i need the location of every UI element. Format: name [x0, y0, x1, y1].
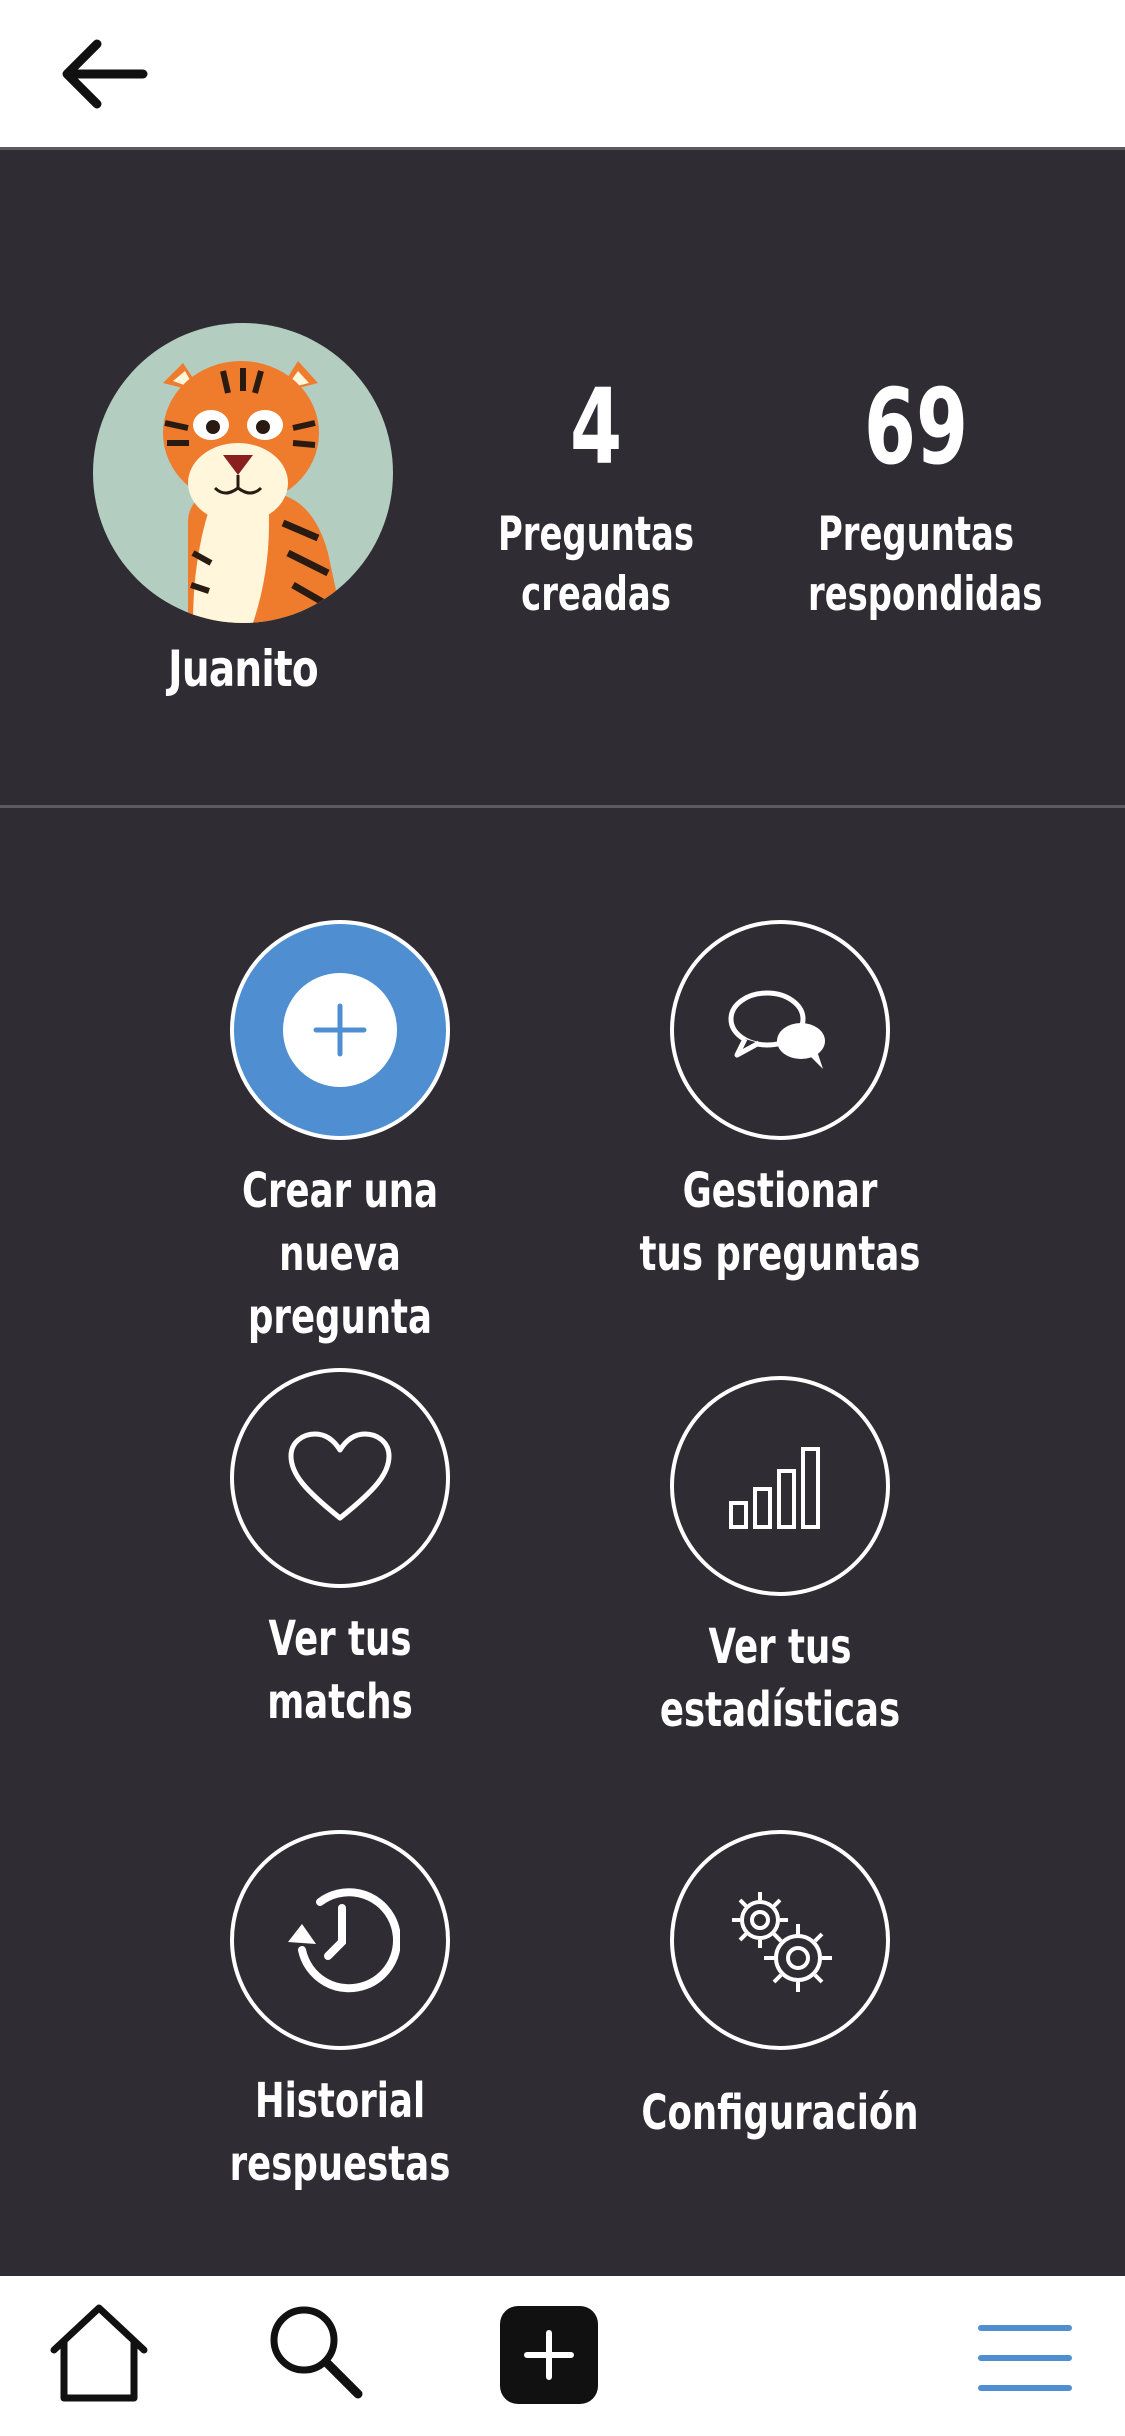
history-icon [288, 1888, 400, 1993]
top-bar [0, 0, 1125, 150]
gears-icon [732, 1892, 832, 1992]
nav-search[interactable] [262, 2298, 372, 2408]
action-label: Ver tus matchs [267, 1611, 413, 1730]
stat-questions-answered: 69 Preguntas respondidas [766, 375, 1066, 625]
action-circle [230, 1830, 450, 2050]
nav-add[interactable] [500, 2306, 598, 2404]
username: Juanito [168, 640, 318, 698]
home-icon [50, 2304, 148, 2402]
stat-label: Preguntas creadas [497, 507, 694, 622]
search-icon [270, 2306, 363, 2399]
chat-bubbles-icon [728, 990, 825, 1069]
plus-icon [313, 1003, 367, 1057]
action-label: Ver tus estadísticas [659, 1619, 901, 1738]
nav-menu[interactable] [975, 2318, 1075, 2398]
tiger-avatar [163, 361, 343, 623]
plus-disc [283, 973, 397, 1087]
action-label: Gestionar tus preguntas [639, 1163, 921, 1282]
stat-label: Preguntas respondidas [808, 507, 1043, 622]
bar-chart-icon [729, 1447, 820, 1529]
action-label: Crear una nueva pregunta [241, 1163, 439, 1345]
back-button[interactable] [55, 32, 155, 116]
action-circle [230, 920, 450, 1140]
profile-section: Juanito 4 Preguntas creadas 69 Preguntas… [0, 150, 1125, 805]
menu-icon [978, 2325, 1072, 2391]
stat-value: 69 [863, 366, 969, 488]
add-icon [524, 2330, 574, 2380]
avatar[interactable] [93, 323, 393, 623]
action-circle [670, 1376, 890, 1596]
bottom-nav [0, 2276, 1125, 2436]
section-divider [0, 805, 1125, 808]
stat-value: 4 [569, 366, 623, 488]
heart-icon [288, 1431, 392, 1521]
action-label: Historial respuestas [229, 2073, 451, 2192]
action-circle [230, 1368, 450, 1588]
stat-questions-created: 4 Preguntas creadas [446, 375, 746, 625]
arrow-left-icon [62, 39, 148, 109]
action-circle [670, 1830, 890, 2050]
nav-home[interactable] [44, 2298, 154, 2408]
action-label: Configuración [641, 2085, 919, 2141]
action-circle [670, 920, 890, 1140]
